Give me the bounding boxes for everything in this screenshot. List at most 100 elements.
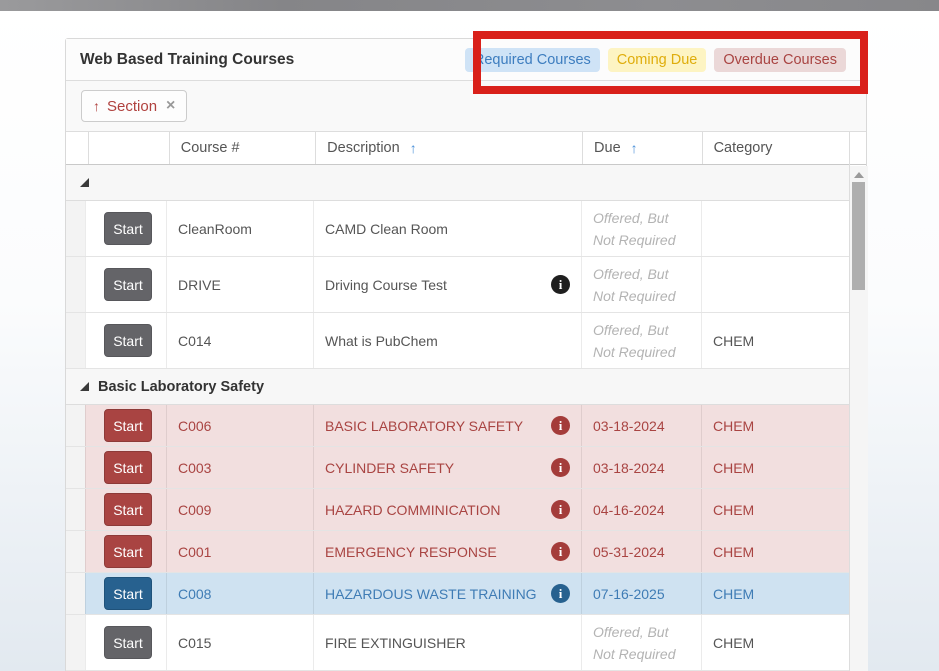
start-button[interactable]: Start [104,324,152,357]
row-gutter-cell [66,531,85,572]
course-number-cell: C008 [166,573,313,614]
description-cell: What is PubChem [313,313,581,368]
course-number: C009 [178,502,211,518]
due-cell: 03-18-2024 [581,447,701,488]
row-gutter-cell [66,573,85,614]
group-name: Basic Laboratory Safety [98,379,264,395]
course-number-cell: C009 [166,489,313,530]
table-body: Start CleanRoom CAMD Clean Room Offered,… [66,165,849,671]
due-cell: Offered, But Not Required [581,201,701,256]
start-button[interactable]: Start [104,268,152,301]
action-cell: Start [85,447,166,488]
course-row: Start C006 BASIC LABORATORY SAFETY i 03-… [66,405,849,447]
course-row: Start C003 CYLINDER SAFETY i 03-18-2024 … [66,447,849,489]
course-row: Start C001 EMERGENCY RESPONSE i 05-31-20… [66,531,849,573]
group-header-row: Basic Laboratory Safety [66,369,849,405]
info-icon[interactable]: i [551,542,570,561]
column-header-label: Category [714,140,773,156]
column-header-label: Course # [181,140,240,156]
legend: Required Courses Coming Due Overdue Cour… [465,48,846,72]
remove-group-icon[interactable]: × [166,97,175,115]
info-icon[interactable]: i [551,275,570,294]
description-cell: CYLINDER SAFETY i [313,447,581,488]
group-header-row [66,165,849,201]
course-number-cell: DRIVE [166,257,313,312]
description-cell: HAZARDOUS WASTE TRAINING i [313,573,581,614]
scrollbar-thumb[interactable] [852,182,865,290]
start-button[interactable]: Start [104,626,152,659]
column-header-label: Due [594,140,621,156]
column-header-due[interactable]: Due ↑ [582,132,702,164]
category-cell: CHEM [701,573,849,614]
course-number-cell: C003 [166,447,313,488]
column-header-action [88,132,169,164]
description-cell: BASIC LABORATORY SAFETY i [313,405,581,446]
category-cell [701,201,849,256]
course-number: C014 [178,333,211,349]
info-icon[interactable]: i [551,500,570,519]
action-cell: Start [85,257,166,312]
start-button[interactable]: Start [104,493,152,526]
section-group-chip[interactable]: ↑ Section × [81,90,187,122]
course-description: What is PubChem [325,333,438,349]
course-row: Start C008 HAZARDOUS WASTE TRAINING i 07… [66,573,849,615]
category-cell: CHEM [701,405,849,446]
column-header-label: Description [327,140,400,156]
category-value: CHEM [713,460,754,476]
table-header-row: Course # Description ↑ Due ↑ Category [66,132,849,165]
section-group-chip-label: Section [107,98,157,115]
due-cell: 04-16-2024 [581,489,701,530]
category-value: CHEM [713,544,754,560]
start-button[interactable]: Start [104,451,152,484]
collapse-group-icon[interactable] [80,382,89,391]
sort-ascending-icon: ↑ [410,140,417,156]
action-cell: Start [85,573,166,614]
category-cell: CHEM [701,447,849,488]
info-icon[interactable]: i [551,416,570,435]
course-row: Start C014 What is PubChem Offered, But … [66,313,849,369]
course-description: Driving Course Test [325,277,447,293]
course-number-cell: C006 [166,405,313,446]
info-icon[interactable]: i [551,458,570,477]
course-description: CAMD Clean Room [325,221,448,237]
action-cell: Start [85,615,166,670]
due-value: Offered, But Not Required [593,621,690,665]
info-icon[interactable]: i [551,584,570,603]
legend-required-courses-badge: Required Courses [465,48,600,72]
course-description: FIRE EXTINGUISHER [325,635,466,651]
row-gutter-cell [66,257,85,312]
due-value: Offered, But Not Required [593,263,690,307]
start-button[interactable]: Start [104,409,152,442]
category-value: CHEM [713,502,754,518]
category-cell: CHEM [701,489,849,530]
due-cell: 05-31-2024 [581,531,701,572]
due-value: 04-16-2024 [593,499,665,521]
sort-ascending-icon: ↑ [93,98,100,114]
course-description: HAZARD COMMINICATION [325,502,501,518]
row-gutter-cell [66,201,85,256]
vertical-scrollbar[interactable] [849,132,866,671]
due-value: Offered, But Not Required [593,319,690,363]
column-header-course-number[interactable]: Course # [169,132,315,164]
column-header-description[interactable]: Description ↑ [315,132,582,164]
collapse-group-icon[interactable] [80,178,89,187]
top-window-bar [0,0,939,11]
column-header-gutter [66,132,88,164]
scroll-up-icon[interactable] [854,172,864,178]
start-button[interactable]: Start [104,212,152,245]
scrollbar-track[interactable] [850,166,868,671]
start-button[interactable]: Start [104,535,152,568]
due-value: Offered, But Not Required [593,207,690,251]
course-number: C008 [178,586,211,602]
action-cell: Start [85,489,166,530]
due-value: 07-16-2025 [593,583,665,605]
start-button[interactable]: Start [104,577,152,610]
grouping-bar: ↑ Section × [66,81,866,132]
column-header-category[interactable]: Category [702,132,849,164]
course-number-cell: C001 [166,531,313,572]
training-courses-panel: Web Based Training Courses Required Cour… [65,38,867,671]
course-number-cell: C014 [166,313,313,368]
row-gutter-cell [66,615,85,670]
category-value: CHEM [713,418,754,434]
action-cell: Start [85,313,166,368]
